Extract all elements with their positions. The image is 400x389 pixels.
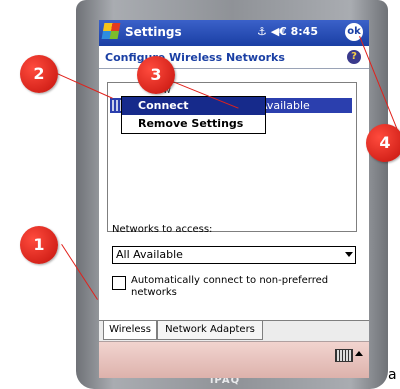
menu-item-remove-settings-label: Remove Settings [138,117,244,130]
page-title: Configure Wireless Networks [105,51,285,64]
chevron-up-icon[interactable] [355,351,363,356]
chevron-down-icon [345,252,353,257]
windows-start-icon[interactable] [101,23,121,39]
tab-bar: Wireless Network Adapters [99,320,369,341]
menu-item-connect-label: Connect [138,99,189,112]
status-indicators: ⚓ ◀€ 8:45 [257,25,318,38]
trailing-text: a [388,367,397,383]
menu-item-connect[interactable]: Connect [122,97,265,115]
title-bar: Settings ⚓ ◀€ 8:45 ok [99,20,369,46]
auto-connect-label: Automatically connect to non-preferred n… [131,275,329,298]
networks-access-label: Networks to access: [112,224,213,235]
callout-badge-3: 3 [137,56,175,94]
callout-badge-4: 4 [366,124,400,162]
help-icon[interactable]: ? [347,50,361,64]
tab-wireless[interactable]: Wireless [103,321,157,340]
context-menu: Connect Remove Settings [121,96,266,134]
app-title: Settings [125,25,182,39]
callout-badge-1: 1 [20,226,58,264]
tab-network-adapters[interactable]: Network Adapters [157,321,263,340]
menu-item-remove-settings[interactable]: Remove Settings [122,115,265,133]
networks-access-select[interactable]: All Available [112,246,356,264]
auto-connect-checkbox[interactable] [112,276,126,290]
menu-bar [99,341,369,378]
keyboard-icon[interactable] [335,349,353,362]
callout-badge-2: 2 [20,55,58,93]
networks-access-value: All Available [116,248,183,261]
network-status: Available [260,99,310,112]
